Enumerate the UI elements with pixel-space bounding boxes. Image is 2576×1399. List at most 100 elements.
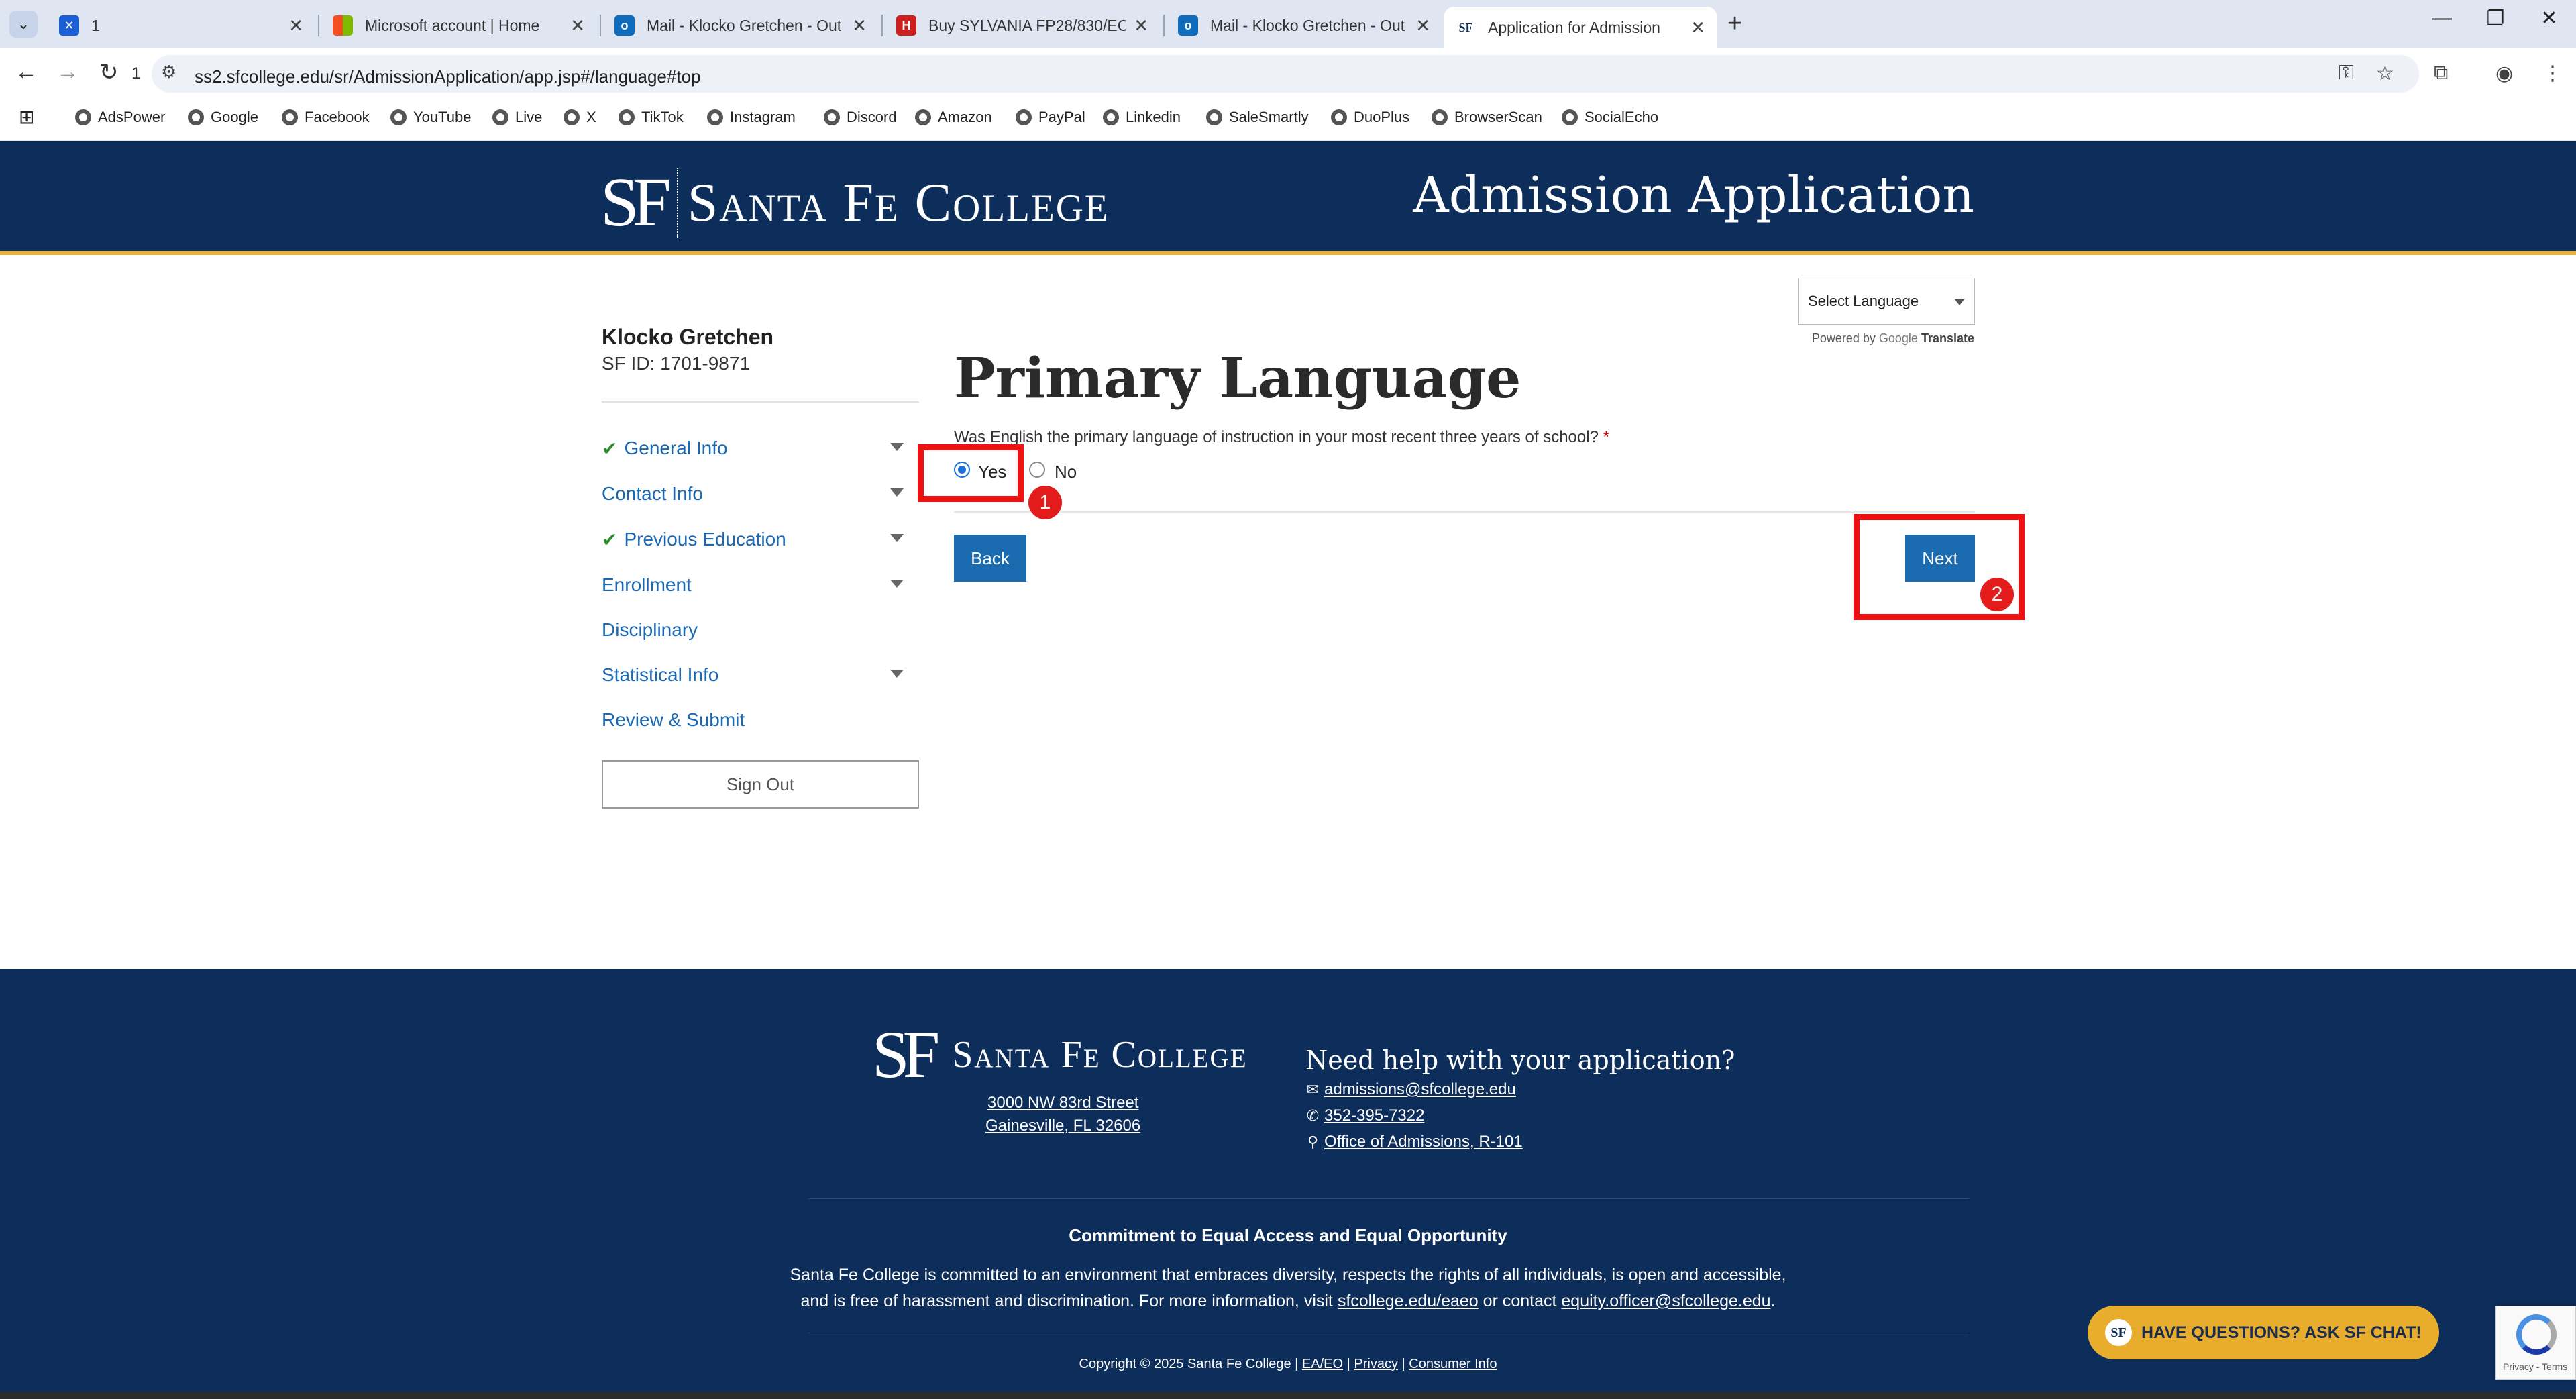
url-text[interactable]: ss2.sfcollege.edu/sr/AdmissionApplicatio… — [195, 66, 700, 87]
tab-title: Application for Admission — [1488, 18, 1660, 36]
question-text: Was English the primary language of inst… — [954, 428, 1609, 446]
profile-icon[interactable]: ◉ — [2496, 62, 2513, 85]
browser-tab-bar: ⌄ ✕ 1 ✕ Microsoft account | Home ✕ o Mai… — [0, 0, 2576, 48]
help-phone-link[interactable]: 352-395-7322 — [1324, 1106, 1424, 1125]
sidebar-item-review-submit[interactable]: Review & Submit — [602, 705, 904, 735]
recaptcha-links[interactable]: Privacy - Terms — [2503, 1361, 2567, 1372]
browser-tab[interactable]: o Mail - Klocko Gretchen - Out ✕ — [1166, 7, 1442, 44]
key-icon[interactable]: ⚿ — [2339, 62, 2354, 85]
close-icon[interactable]: ✕ — [570, 15, 585, 36]
browser-tab[interactable]: o Mail - Klocko Gretchen - Out ✕ — [602, 7, 879, 44]
close-window-button[interactable]: ✕ — [2529, 7, 2569, 30]
address-line-2-link[interactable]: Gainesville, FL 32606 — [985, 1117, 1140, 1135]
radio-no[interactable] — [1029, 462, 1045, 478]
tab-title: 1 — [91, 16, 100, 34]
radio-no-label[interactable]: No — [1055, 462, 1077, 482]
minimize-icon: — — [2432, 7, 2452, 29]
browser-tab[interactable]: ✕ 1 ✕ — [47, 7, 315, 44]
sidebar-item-label: Previous Education — [624, 529, 786, 550]
caret-down-icon[interactable] — [890, 488, 904, 497]
sidebar-item-label: General Info — [624, 437, 728, 458]
sidebar-item-disciplinary[interactable]: Disciplinary — [602, 615, 904, 645]
kebab-menu-icon[interactable]: ⋮ — [2542, 62, 2563, 85]
sidebar-item-label: Contact Info — [602, 483, 703, 504]
globe-icon — [1432, 109, 1448, 125]
sidebar-item-label: Enrollment — [602, 574, 692, 595]
puzzle-icon[interactable]: ⧉ — [2434, 62, 2448, 85]
bookmark-item[interactable]: PayPal — [1016, 109, 1085, 126]
new-tab-button[interactable]: + — [1727, 9, 1742, 38]
recaptcha-badge[interactable]: Privacy - Terms — [2496, 1306, 2576, 1380]
equal-opportunity-title: Commitment to Equal Access and Equal Opp… — [1069, 1225, 1507, 1245]
close-icon[interactable]: ✕ — [288, 15, 303, 36]
google-logo[interactable]: Google — [1879, 331, 1918, 345]
sidebar-item-statistical-info[interactable]: Statistical Info — [602, 660, 904, 690]
sidebar-item-enrollment[interactable]: Enrollment — [602, 570, 904, 600]
language-select[interactable]: Select Language — [1798, 278, 1975, 325]
bookmark-item[interactable]: TikTok — [619, 109, 684, 126]
consumer-info-link[interactable]: Consumer Info — [1409, 1357, 1497, 1371]
sidebar-item-previous-education[interactable]: ✔ Previous Education — [602, 525, 904, 554]
privacy-link[interactable]: Privacy — [1354, 1357, 1398, 1371]
bookmark-item[interactable]: Discord — [824, 109, 897, 126]
globe-icon — [915, 109, 931, 125]
footer-logo-mark: SF — [872, 1017, 940, 1092]
form-divider — [954, 511, 1975, 513]
caret-down-icon[interactable] — [890, 670, 904, 678]
bookmark-item[interactable]: Facebook — [282, 109, 370, 126]
bookmark-item[interactable]: Linkedin — [1103, 109, 1181, 126]
bookmark-item[interactable]: BrowserScan — [1432, 109, 1542, 126]
back-button[interactable]: Back — [954, 535, 1026, 582]
help-email-link[interactable]: admissions@sfcollege.edu — [1324, 1080, 1516, 1099]
minimize-button[interactable]: — — [2422, 7, 2462, 30]
bookmark-item[interactable]: X — [564, 109, 596, 126]
sidebar-item-general-info[interactable]: ✔ General Info — [602, 433, 904, 463]
annotation-number-2: 2 — [1980, 578, 2014, 611]
sidebar-item-contact-info[interactable]: Contact Info — [602, 479, 904, 509]
tab-search-button[interactable]: ⌄ — [9, 11, 38, 38]
reload-icon[interactable]: ↻ — [99, 59, 119, 86]
bookmark-item[interactable]: YouTube — [390, 109, 471, 126]
close-icon[interactable]: ✕ — [1134, 15, 1148, 36]
caret-down-icon[interactable] — [890, 534, 904, 542]
ea-eo-link[interactable]: EA/EO — [1302, 1357, 1343, 1371]
homedepot-icon: H — [896, 15, 916, 36]
logo-mark: SF — [600, 168, 678, 238]
close-icon[interactable]: ✕ — [852, 15, 867, 36]
caret-down-icon[interactable] — [890, 443, 904, 451]
bookmark-item[interactable]: SaleSmartly — [1206, 109, 1309, 126]
footer-logo[interactable]: SF Santa Fe College — [872, 1021, 1248, 1088]
bookmark-item[interactable]: Google — [188, 109, 258, 126]
browser-tab-active[interactable]: SF Application for Admission ✕ — [1444, 7, 1717, 48]
bookmark-item[interactable]: SocialEcho — [1562, 109, 1658, 126]
address-line-1-link[interactable]: 3000 NW 83rd Street — [987, 1094, 1138, 1112]
forward-arrow-icon[interactable]: → — [56, 59, 79, 85]
close-icon[interactable]: ✕ — [1415, 15, 1430, 36]
globe-icon — [282, 109, 298, 125]
equity-officer-email-link[interactable]: equity.officer@sfcollege.edu — [1561, 1292, 1770, 1310]
college-logo[interactable]: SF Santa Fe College — [600, 168, 1110, 238]
plus-icon: + — [1727, 9, 1743, 38]
caret-down-icon[interactable] — [890, 580, 904, 588]
help-office-row: ⚲ Office of Admissions, R-101 — [1305, 1133, 1523, 1151]
back-arrow-icon[interactable]: ← — [15, 59, 38, 85]
browser-tab[interactable]: Microsoft account | Home ✕ — [321, 7, 597, 44]
help-office-link[interactable]: Office of Admissions, R-101 — [1324, 1133, 1523, 1151]
star-icon[interactable]: ☆ — [2376, 62, 2394, 85]
bookmark-item[interactable]: Amazon — [915, 109, 992, 126]
sf-chat-button[interactable]: SF HAVE QUESTIONS? ASK SF CHAT! — [2088, 1306, 2439, 1359]
restore-button[interactable]: ❐ — [2475, 7, 2516, 30]
browser-tab[interactable]: H Buy SYLVANIA FP28/830/ECO ✕ — [884, 7, 1161, 44]
bookmark-item[interactable]: AdsPower — [75, 109, 165, 126]
bookmark-item[interactable]: DuoPlus — [1331, 109, 1409, 126]
bookmark-item[interactable]: Instagram — [707, 109, 796, 126]
sign-out-button[interactable]: Sign Out — [602, 760, 919, 809]
close-icon[interactable]: ✕ — [1690, 17, 1705, 38]
apps-grid-icon[interactable]: ⊞ — [19, 106, 34, 128]
eaeo-link[interactable]: sfcollege.edu/eaeo — [1338, 1292, 1479, 1310]
tab-favicon-icon: ✕ — [59, 15, 79, 36]
site-info-icon[interactable]: ⚙ — [161, 62, 176, 83]
address-bar-row: ← → ↻ 1 ⚙ ss2.sfcollege.edu/sr/Admission… — [0, 48, 2576, 99]
globe-icon — [1331, 109, 1347, 125]
bookmark-item[interactable]: Live — [492, 109, 542, 126]
